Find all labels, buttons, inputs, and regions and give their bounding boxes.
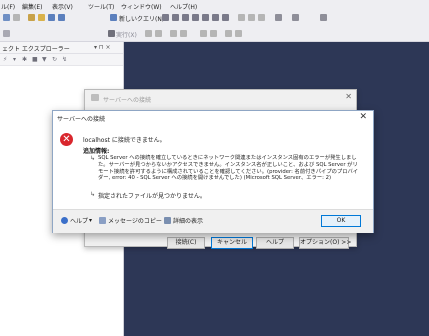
cancel-button[interactable]: キャンセル — [211, 237, 253, 249]
additional-info-label: 追加情報: — [83, 148, 110, 155]
copy-message-button[interactable]: メッセージのコピー — [99, 216, 162, 225]
new-project-icon[interactable] — [28, 14, 35, 21]
forward-icon[interactable] — [13, 14, 20, 21]
comment-icon[interactable] — [210, 30, 217, 37]
error-icon: ✕ — [60, 133, 73, 146]
open-folder-icon[interactable] — [38, 14, 45, 21]
new-query-button[interactable]: 新しいクエリ(N) — [119, 14, 164, 23]
plan-icon[interactable] — [180, 30, 187, 37]
error-dialog-title: サーバーへの接続 — [57, 116, 105, 123]
pin-icon[interactable]: ▾ ⊓ × — [94, 44, 111, 51]
inner-error-text: 指定されたファイルが見つかりません。 — [98, 193, 206, 200]
paste-icon[interactable] — [258, 14, 265, 21]
help-dropdown[interactable]: ヘルプ ▾ — [61, 216, 92, 225]
save-all-icon[interactable] — [58, 14, 65, 21]
outdent-icon[interactable] — [235, 30, 242, 37]
query-icon-2[interactable] — [172, 14, 179, 21]
menu-file[interactable]: ル(F) — [1, 2, 15, 11]
error-detail-text: SQL Server への接続を確立しているときにネットワーク関連またはインスタ… — [98, 155, 359, 182]
error-dialog: サーバーへの接続 ✕ ✕ localhost に接続できません。 追加情報: ↳… — [52, 110, 374, 233]
save-icon[interactable] — [48, 14, 55, 21]
server-icon — [91, 94, 99, 101]
query-icon-7[interactable] — [222, 14, 229, 21]
indent-icon[interactable] — [225, 30, 232, 37]
execute-button[interactable]: 実行(X) — [116, 30, 137, 39]
show-details-label: 詳細の表示 — [173, 218, 204, 225]
redo-icon[interactable] — [292, 14, 299, 21]
error-dialog-footer: ヘルプ ▾ メッセージのコピー 詳細の表示 OK — [53, 209, 373, 233]
connect-icon[interactable]: ⚡ — [3, 56, 7, 63]
copy-message-label: メッセージのコピー — [108, 218, 162, 225]
solution-icon[interactable] — [320, 14, 327, 21]
tree-arrow-icon: ↳ — [90, 155, 96, 162]
activity-icon[interactable]: ↯ — [62, 56, 67, 63]
close-icon[interactable]: ✕ — [359, 112, 367, 122]
sub-toolbar: 実行(X) — [0, 25, 429, 42]
details-icon — [164, 217, 171, 224]
help-button[interactable]: ヘルプ — [256, 237, 294, 249]
debug-icon[interactable] — [155, 30, 162, 37]
connect-dialog-title: サーバーへの接続 — [103, 97, 151, 104]
cut-icon[interactable] — [238, 14, 245, 21]
execute-icon[interactable] — [108, 30, 115, 37]
query-icon-3[interactable] — [182, 14, 189, 21]
copy-icon[interactable] — [248, 14, 255, 21]
stop-icon[interactable] — [145, 30, 152, 37]
new-query-icon[interactable] — [110, 14, 117, 21]
error-message: localhost に接続できません。 — [83, 137, 166, 144]
menu-help[interactable]: ヘルプ(H) — [170, 2, 197, 11]
help-label: ヘルプ — [70, 218, 89, 225]
parse-icon[interactable] — [170, 30, 177, 37]
filter-icon[interactable]: ▼ — [42, 56, 47, 63]
connect-dropdown-icon[interactable]: ▾ — [13, 56, 16, 63]
menu-edit[interactable]: 編集(E) — [22, 2, 42, 11]
ok-button[interactable]: OK — [321, 215, 361, 227]
menu-view[interactable]: 表示(V) — [52, 2, 73, 11]
copy-icon — [99, 217, 106, 224]
disconnect-icon[interactable]: ✱ — [22, 56, 27, 63]
connect-button[interactable]: 接続(C) — [167, 237, 205, 249]
help-icon — [61, 217, 68, 224]
refresh-icon[interactable]: ↻ — [52, 56, 57, 63]
query-icon-4[interactable] — [192, 14, 199, 21]
error-dialog-body: ✕ localhost に接続できません。 追加情報: ↳ SQL Server… — [53, 125, 373, 209]
results-icon[interactable] — [200, 30, 207, 37]
database-selector-icon[interactable] — [3, 30, 10, 37]
toolbar: 新しいクエリ(N) — [0, 11, 429, 25]
show-details-button[interactable]: 詳細の表示 — [164, 216, 203, 225]
object-explorer-header: ェクト エクスプローラー ▾ ⊓ × — [0, 42, 123, 54]
chevron-down-icon: ▾ — [89, 217, 93, 224]
tree-arrow-icon: ↳ — [90, 191, 96, 198]
object-explorer-toolbar: ⚡ ▾ ✱ ■ ▼ ↻ ↯ — [0, 54, 123, 66]
menu-tools[interactable]: ツール(T) — [88, 2, 114, 11]
back-icon[interactable] — [3, 14, 10, 21]
close-icon[interactable]: ✕ — [345, 92, 352, 101]
stop-explorer-icon[interactable]: ■ — [32, 56, 38, 63]
object-explorer-title: ェクト エクスプローラー — [2, 46, 70, 53]
menu-bar: ル(F) 編集(E) 表示(V) ツール(T) ウィンドウ(W) ヘルプ(H) — [0, 0, 429, 11]
query-icon-1[interactable] — [162, 14, 169, 21]
error-dialog-titlebar: サーバーへの接続 ✕ — [53, 111, 373, 125]
query-icon-6[interactable] — [212, 14, 219, 21]
query-icon-5[interactable] — [202, 14, 209, 21]
menu-window[interactable]: ウィンドウ(W) — [121, 2, 162, 11]
options-button[interactable]: オプション(O) >> — [299, 237, 351, 249]
undo-icon[interactable] — [275, 14, 282, 21]
